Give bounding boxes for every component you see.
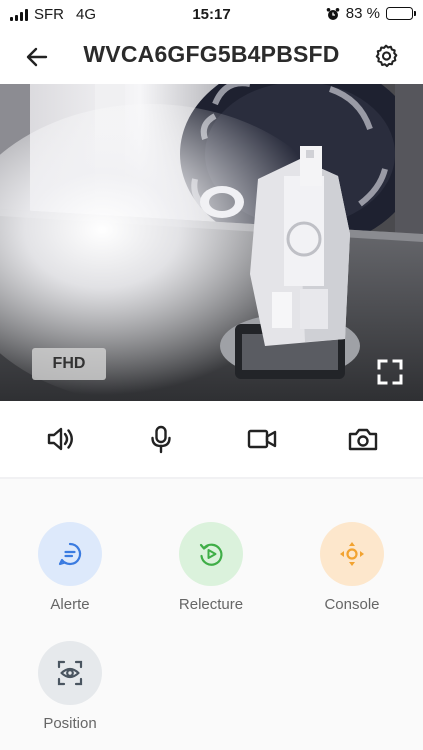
control-bar (0, 401, 423, 477)
alarm-icon (326, 7, 340, 20)
replay-circle (179, 522, 243, 586)
fullscreen-button[interactable] (376, 358, 404, 386)
speaker-icon (48, 427, 74, 451)
status-right: 83 % (326, 5, 416, 22)
replay-button[interactable]: Relecture (151, 522, 271, 613)
video-camera-icon (247, 429, 277, 449)
arrow-left-icon (26, 47, 48, 67)
battery-percent: 83 % (345, 5, 380, 22)
settings-button[interactable] (371, 41, 401, 71)
message-icon (58, 542, 82, 566)
replay-icon (199, 543, 223, 566)
position-button[interactable]: Position (10, 641, 130, 732)
eye-focus-icon (57, 660, 83, 686)
page-title: WVCA6GFG5B4PBSFD (83, 41, 340, 67)
console-label: Console (324, 596, 380, 613)
fullscreen-icon (377, 359, 403, 385)
feature-grid: Alerte Relecture Console Position (0, 479, 423, 750)
status-bar: SFR 4G 15:17 83 % (0, 0, 423, 30)
battery-icon (386, 7, 416, 20)
record-button[interactable] (240, 417, 284, 461)
header: WVCA6GFG5B4PBSFD (0, 30, 423, 84)
direction-pad-icon (340, 542, 364, 566)
snapshot-button[interactable] (341, 417, 385, 461)
position-label: Position (43, 715, 97, 732)
position-circle (38, 641, 102, 705)
camera-video-feed[interactable]: FHD (0, 84, 423, 401)
gear-icon (375, 44, 398, 68)
quality-button[interactable]: FHD (32, 348, 106, 380)
microphone-button[interactable] (139, 417, 183, 461)
camera-icon (348, 428, 377, 451)
alert-button[interactable]: Alerte (10, 522, 130, 613)
speaker-button[interactable] (38, 417, 82, 461)
replay-label: Relecture (178, 596, 244, 613)
console-circle (320, 522, 384, 586)
alert-label: Alerte (50, 596, 90, 613)
microphone-icon (151, 425, 171, 454)
console-button[interactable]: Console (292, 522, 412, 613)
alert-circle (38, 522, 102, 586)
back-button[interactable] (22, 42, 52, 72)
